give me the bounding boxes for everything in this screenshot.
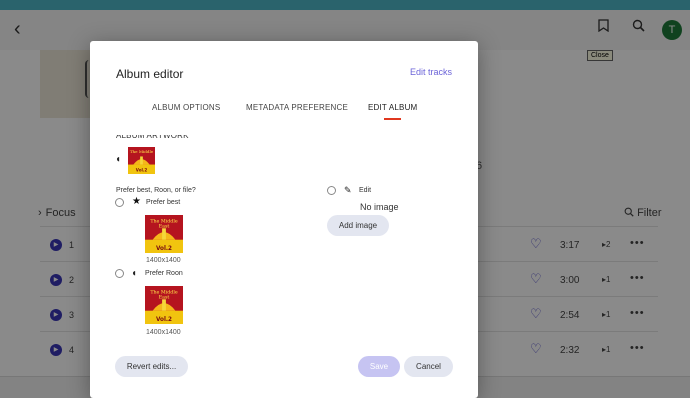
- album-artwork-heading: ALBUM ARTWORK: [116, 135, 189, 140]
- roon-resolution: 1400x1400: [146, 329, 181, 336]
- prefer-best-radio[interactable]: [115, 198, 124, 207]
- svg-text:The Middle: The Middle: [130, 149, 154, 154]
- dialog-title: Album editor: [116, 67, 184, 81]
- prefer-question: Prefer best, Roon, or file?: [116, 187, 196, 194]
- no-image-text: No image: [360, 202, 399, 212]
- cancel-button[interactable]: Cancel: [404, 356, 453, 377]
- svg-text:Vol.2: Vol.2: [156, 317, 172, 323]
- tab-metadata-preference[interactable]: METADATA PREFERENCE: [246, 103, 348, 112]
- current-artwork-thumbnail[interactable]: The Middle Vol.2: [128, 147, 155, 174]
- prefer-roon-radio[interactable]: [115, 269, 124, 278]
- revert-edits-button[interactable]: Revert edits...: [115, 356, 188, 377]
- svg-text:East: East: [159, 223, 170, 229]
- svg-text:Vol.2: Vol.2: [136, 167, 148, 172]
- prefer-roon-label: Prefer Roon: [145, 270, 183, 277]
- tab-edit-album[interactable]: EDIT ALBUM: [368, 103, 417, 120]
- star-icon: ★: [132, 196, 141, 207]
- prefer-best-label: Prefer best: [146, 199, 181, 206]
- roon-logo-icon: ◖: [131, 268, 138, 279]
- edit-tracks-link[interactable]: Edit tracks: [410, 67, 452, 77]
- save-button[interactable]: Save: [358, 356, 400, 377]
- add-image-button[interactable]: Add image: [327, 215, 389, 236]
- roon-logo-icon: ◖: [115, 154, 122, 165]
- best-artwork-thumbnail[interactable]: The Middle East Vol.2: [145, 215, 183, 253]
- album-editor-dialog: Album editor Edit tracks ALBUM OPTIONS M…: [90, 41, 478, 398]
- pencil-icon: ✎: [344, 185, 352, 195]
- svg-text:Vol.2: Vol.2: [156, 246, 172, 252]
- best-resolution: 1400x1400: [146, 257, 181, 264]
- svg-text:East: East: [159, 294, 170, 300]
- edit-label: Edit: [359, 187, 372, 194]
- tab-album-options[interactable]: ALBUM OPTIONS: [152, 103, 220, 112]
- edit-radio[interactable]: [327, 186, 336, 195]
- roon-artwork-thumbnail[interactable]: The Middle East Vol.2: [145, 286, 183, 324]
- editor-tabs: ALBUM OPTIONS METADATA PREFERENCE EDIT A…: [90, 103, 478, 121]
